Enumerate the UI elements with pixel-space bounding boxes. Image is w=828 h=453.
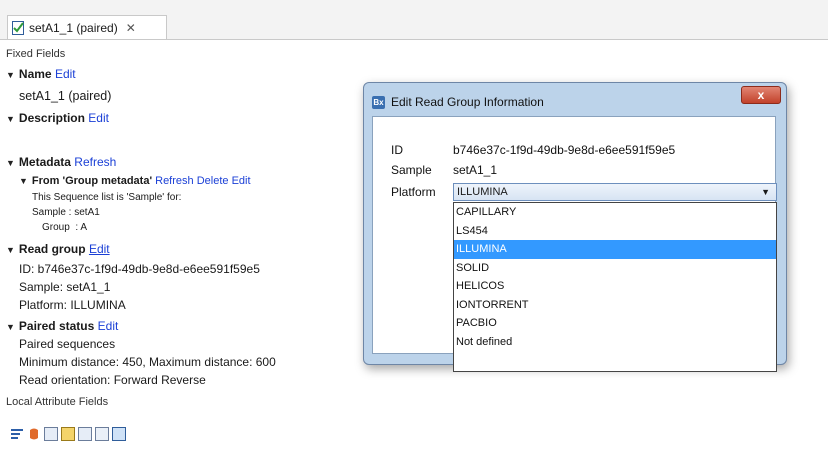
from-delete-link[interactable]: Delete: [197, 175, 229, 187]
description-edit-link[interactable]: Edit: [88, 111, 109, 125]
circle-icon[interactable]: [95, 427, 109, 441]
description-label: Description: [18, 111, 85, 125]
app-icon: Bx: [372, 95, 385, 109]
tab-setA1-paired[interactable]: setA1_1 (paired) ✕: [7, 15, 167, 39]
tab-title: setA1_1 (paired): [29, 20, 118, 35]
option-pacbio[interactable]: PACBIO: [454, 314, 776, 333]
name-label: Name: [18, 67, 52, 81]
paired-status-orientation: Read orientation: Forward Reverse: [19, 373, 206, 387]
platform-label: Platform: [391, 185, 436, 199]
read-group-id: ID: b746e37c-1f9d-49db-9e8d-e6ee591f59e5: [19, 262, 260, 276]
option-helicos[interactable]: HELICOS: [454, 277, 776, 296]
read-group-sample: Sample: setA1_1: [19, 280, 111, 294]
paired-status-label: Paired status: [18, 319, 95, 333]
local-attribute-fields-heading: Local Attribute Fields: [6, 396, 109, 408]
description-section-header: ▼ Description Edit: [6, 111, 109, 125]
metadata-note: This Sequence list is 'Sample' for:: [32, 192, 182, 203]
paired-status-edit-link[interactable]: Edit: [98, 319, 119, 333]
expand-triangle-icon[interactable]: ▼: [19, 176, 28, 186]
option-capillary[interactable]: CAPILLARY: [454, 203, 776, 222]
arrow-icon[interactable]: [61, 427, 75, 441]
metadata-section-header: ▼ Metadata Refresh: [6, 155, 116, 169]
expand-triangle-icon[interactable]: ▼: [6, 70, 15, 80]
name-value: setA1_1 (paired): [19, 89, 112, 103]
metadata-from-label: From 'Group metadata': [31, 175, 153, 187]
name-section-header: ▼ Name Edit: [6, 67, 76, 81]
option-iontorrent[interactable]: IONTORRENT: [454, 296, 776, 315]
paired-status-line: Paired sequences: [19, 337, 116, 351]
paired-status-section-header: ▼ Paired status Edit: [6, 319, 118, 333]
document-icon[interactable]: [112, 427, 126, 441]
metadata-label: Metadata: [18, 155, 71, 169]
grid-icon[interactable]: [78, 427, 92, 441]
from-edit-link[interactable]: Edit: [232, 175, 251, 187]
paired-status-distance: Minimum distance: 450, Maximum distance:…: [19, 355, 276, 369]
expand-triangle-icon[interactable]: ▼: [6, 322, 15, 332]
editor-tab-bar: setA1_1 (paired) ✕: [0, 0, 828, 40]
option-ls454[interactable]: LS454: [454, 222, 776, 241]
id-label: ID: [391, 143, 403, 157]
platform-selected-value: ILLUMINA: [457, 186, 508, 198]
expand-triangle-icon[interactable]: ▼: [6, 245, 15, 255]
list-icon[interactable]: [10, 427, 24, 441]
expand-triangle-icon[interactable]: ▼: [6, 114, 15, 124]
dialog-title: Edit Read Group Information: [391, 95, 544, 109]
metadata-group: Group : A: [42, 222, 88, 233]
name-edit-link[interactable]: Edit: [55, 67, 76, 81]
metadata-sample: Sample : setA1: [32, 207, 100, 218]
id-value: b746e37c-1f9d-49db-9e8d-e6ee591f59e5: [453, 143, 676, 157]
option-not-defined[interactable]: Not defined: [454, 333, 776, 352]
dialog-titlebar[interactable]: Bx Edit Read Group Information: [372, 93, 544, 111]
from-refresh-link[interactable]: Refresh: [155, 175, 194, 187]
read-group-label: Read group: [18, 242, 86, 256]
dialog-body: ID b746e37c-1f9d-49db-9e8d-e6ee591f59e5 …: [372, 116, 777, 372]
sample-value: setA1_1: [453, 163, 498, 177]
sequence-list-icon: [12, 20, 25, 35]
expand-triangle-icon[interactable]: ▼: [6, 158, 15, 168]
metadata-from-header: ▼ From 'Group metadata' Refresh Delete Ed…: [19, 175, 251, 187]
table-icon[interactable]: [44, 427, 58, 441]
text-icon[interactable]: [27, 427, 41, 441]
dialog-close-button[interactable]: x: [741, 86, 781, 104]
sample-label: Sample: [391, 163, 432, 177]
platform-select[interactable]: ILLUMINA ▼: [453, 183, 777, 201]
metadata-refresh-link[interactable]: Refresh: [74, 155, 116, 169]
close-tab-icon[interactable]: ✕: [126, 21, 136, 35]
read-group-section-header: ▼ Read group Edit: [6, 242, 110, 256]
platform-dropdown-list: CAPILLARY LS454 ILLUMINA SOLID HELICOS I…: [453, 202, 777, 372]
read-group-edit-link[interactable]: Edit: [89, 242, 110, 256]
view-toolbar: [10, 427, 126, 441]
read-group-platform: Platform: ILLUMINA: [19, 298, 126, 312]
dropdown-arrow-icon[interactable]: ▼: [761, 187, 770, 197]
option-illumina[interactable]: ILLUMINA: [454, 240, 776, 259]
option-solid[interactable]: SOLID: [454, 259, 776, 278]
fixed-fields-heading: Fixed Fields: [6, 48, 66, 60]
edit-read-group-dialog: Bx Edit Read Group Information x ID b746…: [363, 82, 787, 372]
